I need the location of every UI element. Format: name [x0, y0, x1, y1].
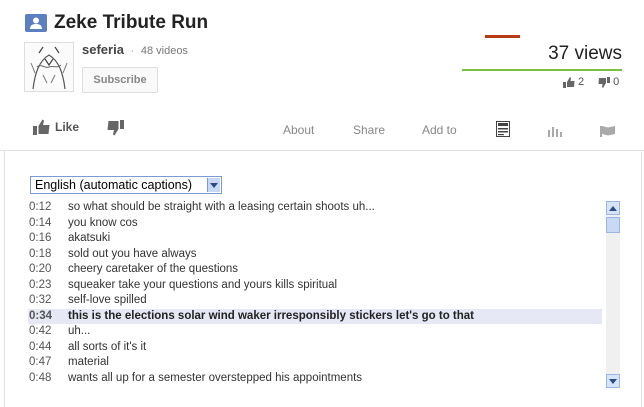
like-button[interactable]: Like — [33, 119, 79, 135]
transcript-text: wants all up for a semester overstepped … — [68, 371, 363, 384]
transcript-text: you know cos — [68, 216, 138, 229]
transcript-text: sold out you have always — [68, 247, 197, 260]
transcript-line[interactable]: 0:42 uh... — [28, 324, 602, 340]
dislike-count: 0 — [613, 76, 620, 88]
active-tab-indicator — [485, 35, 520, 38]
like-label: Like — [55, 120, 80, 134]
transcript-line[interactable]: 0:47 material — [28, 355, 602, 371]
actions-bar: Like About Share Add to — [0, 112, 644, 148]
transcript-list[interactable]: 0:12 so what should be straight with a le… — [28, 200, 602, 386]
thumbs-down-icon — [107, 120, 124, 136]
title-row: Zeke Tribute Run — [25, 11, 208, 35]
transcript-timestamp: 0:34 — [29, 309, 53, 322]
transcript-timestamp: 0:42 — [29, 325, 52, 337]
chevron-up-icon — [609, 205, 617, 211]
transcript-line[interactable]: 0:23 squeaker take your questions and you… — [28, 278, 602, 294]
transcript-timestamp: 0:47 — [29, 356, 52, 368]
transcript-text: material — [68, 356, 109, 368]
transcript-text: uh... — [68, 325, 91, 337]
subscribe-button[interactable]: Subscribe — [82, 67, 158, 93]
video-title: Zeke Tribute Run — [54, 12, 209, 33]
transcript-text: all sorts of it's it — [68, 340, 147, 353]
transcript-line[interactable]: 0:12 so what should be straight with a le… — [28, 200, 602, 216]
transcript-line[interactable]: 0:16 akatsuki — [28, 231, 602, 247]
transcript-line[interactable]: 0:20 cheery caretaker of the questions — [28, 262, 602, 278]
tab-add-to[interactable]: Add to — [422, 123, 457, 137]
transcript-timestamp: 0:23 — [29, 278, 52, 291]
transcript-line[interactable]: 0:48 wants all up for a semester overstep… — [28, 371, 602, 387]
transcript-timestamp: 0:18 — [29, 247, 52, 260]
video-count[interactable]: 48 videos — [141, 45, 188, 57]
likes-summary: 2 0 — [563, 76, 619, 88]
transcript-line[interactable]: 0:34 this is the elections solar wind wak… — [28, 308, 602, 324]
transcript-line[interactable]: 0:18 sold out you have always — [28, 247, 602, 263]
chevron-down-icon — [609, 378, 617, 384]
stats-icon[interactable] — [548, 124, 562, 142]
dislike-button[interactable] — [107, 120, 124, 141]
scroll-down-button[interactable] — [606, 374, 620, 388]
transcript-text: akatsuki — [68, 232, 111, 244]
view-count: 37 views — [548, 43, 622, 64]
scroll-up-button[interactable] — [606, 201, 620, 215]
transcript-text: squeaker take your questions and yours k… — [68, 278, 338, 291]
transcript-timestamp: 0:20 — [29, 263, 52, 275]
likes-ratio-bar — [462, 69, 622, 71]
thumbs-up-icon — [563, 76, 575, 88]
transcript-timestamp: 0:44 — [29, 340, 52, 353]
transcript-text: cheery caretaker of the questions — [68, 263, 239, 275]
transcript-text: this is the elections solar wind waker i… — [68, 309, 474, 322]
transcript-timestamp: 0:48 — [29, 371, 52, 384]
thumbs-down-icon — [598, 76, 611, 88]
like-count: 2 — [578, 76, 585, 88]
channel-name[interactable]: seferia — [82, 42, 124, 57]
chevron-down-icon[interactable] — [207, 178, 220, 192]
transcript-line[interactable]: 0:14 you know cos — [28, 216, 602, 232]
transcript-timestamp: 0:16 — [29, 232, 52, 244]
transcript-line[interactable]: 0:44 all sorts of it's it — [28, 340, 602, 356]
tab-about[interactable]: About — [283, 123, 314, 137]
transcript-timestamp: 0:32 — [29, 294, 52, 306]
channel-info: seferia · 48 videos — [82, 42, 188, 57]
user-icon — [25, 14, 47, 32]
transcript-text: self-love spilled — [68, 294, 147, 306]
transcript-line[interactable]: 0:32 self-love spilled — [28, 293, 602, 309]
transcript-text: so what should be straight with a leasin… — [68, 201, 375, 213]
channel-avatar[interactable] — [24, 42, 74, 92]
thumbs-up-icon — [33, 119, 50, 135]
flag-icon[interactable] — [600, 124, 615, 142]
transcript-timestamp: 0:14 — [29, 216, 52, 229]
separator: · — [130, 45, 135, 57]
caption-language-select[interactable]: English (automatic captions) — [30, 176, 222, 194]
transcript-timestamp: 0:12 — [29, 201, 52, 213]
transcript-scrollbar[interactable] — [606, 201, 620, 388]
scroll-thumb[interactable] — [606, 217, 620, 233]
tab-share[interactable]: Share — [353, 123, 385, 137]
transcript-icon[interactable] — [496, 121, 510, 142]
caption-language-value: English (automatic captions) — [35, 178, 193, 192]
